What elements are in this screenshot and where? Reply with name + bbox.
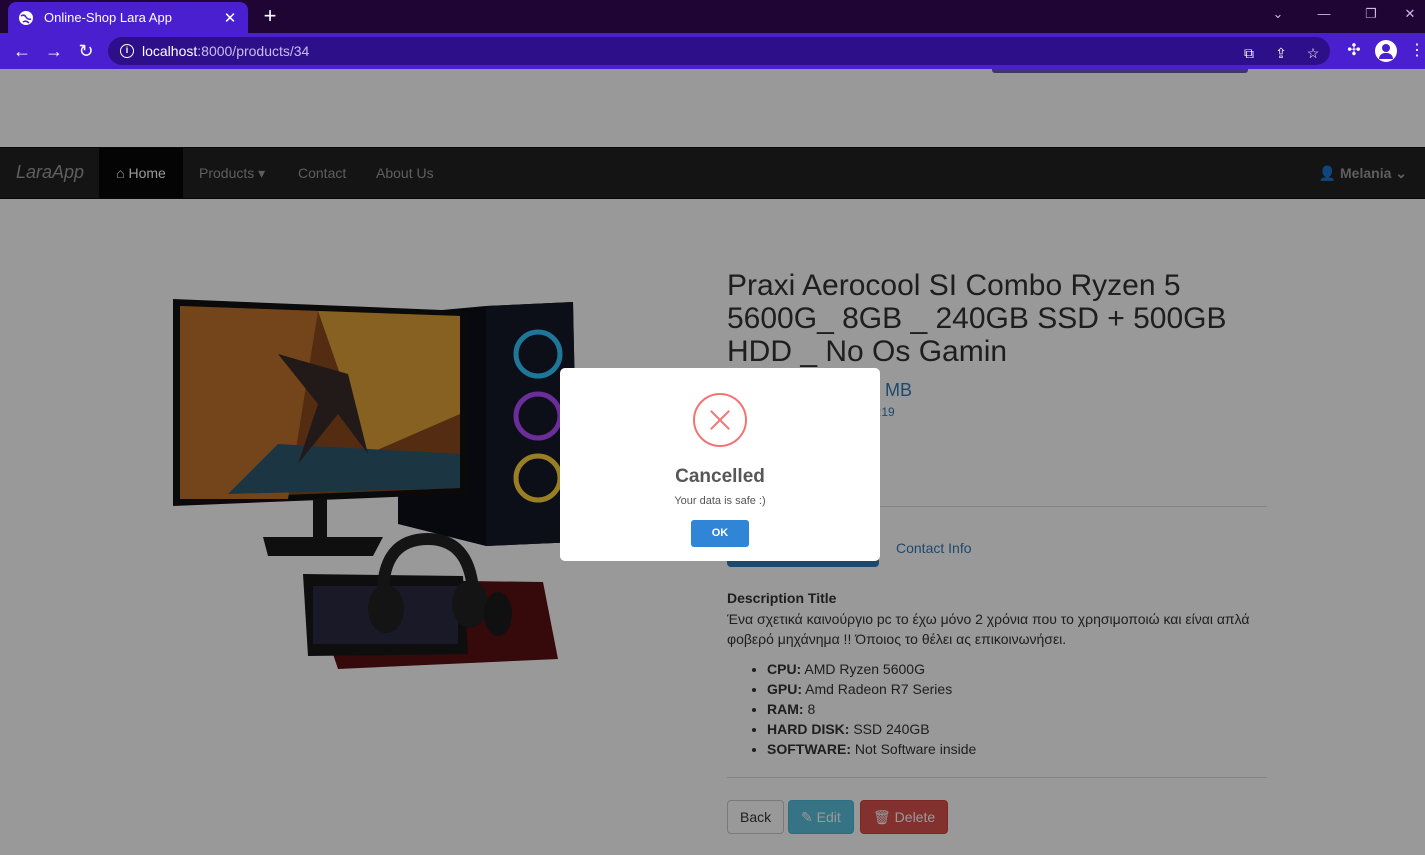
error-x-icon [693,393,747,447]
browser-toolbar: ← → ↻ i localhost:8000/products/34 ⧉ ⇪ ☆… [0,33,1425,69]
browser-tab[interactable]: Online-Shop Lara App ✕ [8,2,248,33]
tab-title: Online-Shop Lara App [44,10,172,25]
address-bar[interactable]: i localhost:8000/products/34 ⧉ ⇪ ☆ [108,37,1330,65]
menu-kebab-icon[interactable]: ⋮ [1404,38,1425,64]
dialog-message: Your data is safe :) [674,495,766,507]
close-window-button[interactable]: ✕ [1400,6,1420,22]
translate-icon[interactable]: ⧉ [1240,44,1258,62]
tab-close-icon[interactable]: ✕ [222,9,238,27]
back-arrow-icon[interactable]: ← [9,38,35,64]
tab-search-icon[interactable]: ⌄ [1268,6,1288,22]
url-path: :8000/products/34 [197,43,310,59]
bookmark-star-icon[interactable]: ☆ [1304,44,1322,62]
browser-tab-strip: Online-Shop Lara App ✕ + ⌄ — ❐ ✕ [0,0,1425,33]
url-host: localhost [142,43,198,59]
forward-arrow-icon[interactable]: → [41,38,67,64]
extensions-icon[interactable]: ✣ [1341,38,1367,64]
share-icon[interactable]: ⇪ [1272,44,1290,62]
profile-avatar-icon[interactable] [1375,40,1397,62]
minimize-button[interactable]: — [1314,6,1334,21]
info-icon[interactable]: i [120,44,134,58]
cancelled-dialog: Cancelled Your data is safe :) OK [560,368,880,561]
maximize-button[interactable]: ❐ [1361,6,1381,22]
globe-icon [19,10,33,25]
dialog-title: Cancelled [675,466,765,487]
ok-button[interactable]: OK [691,520,749,547]
new-tab-button[interactable]: + [258,4,282,28]
reload-icon[interactable]: ↻ [73,38,99,64]
